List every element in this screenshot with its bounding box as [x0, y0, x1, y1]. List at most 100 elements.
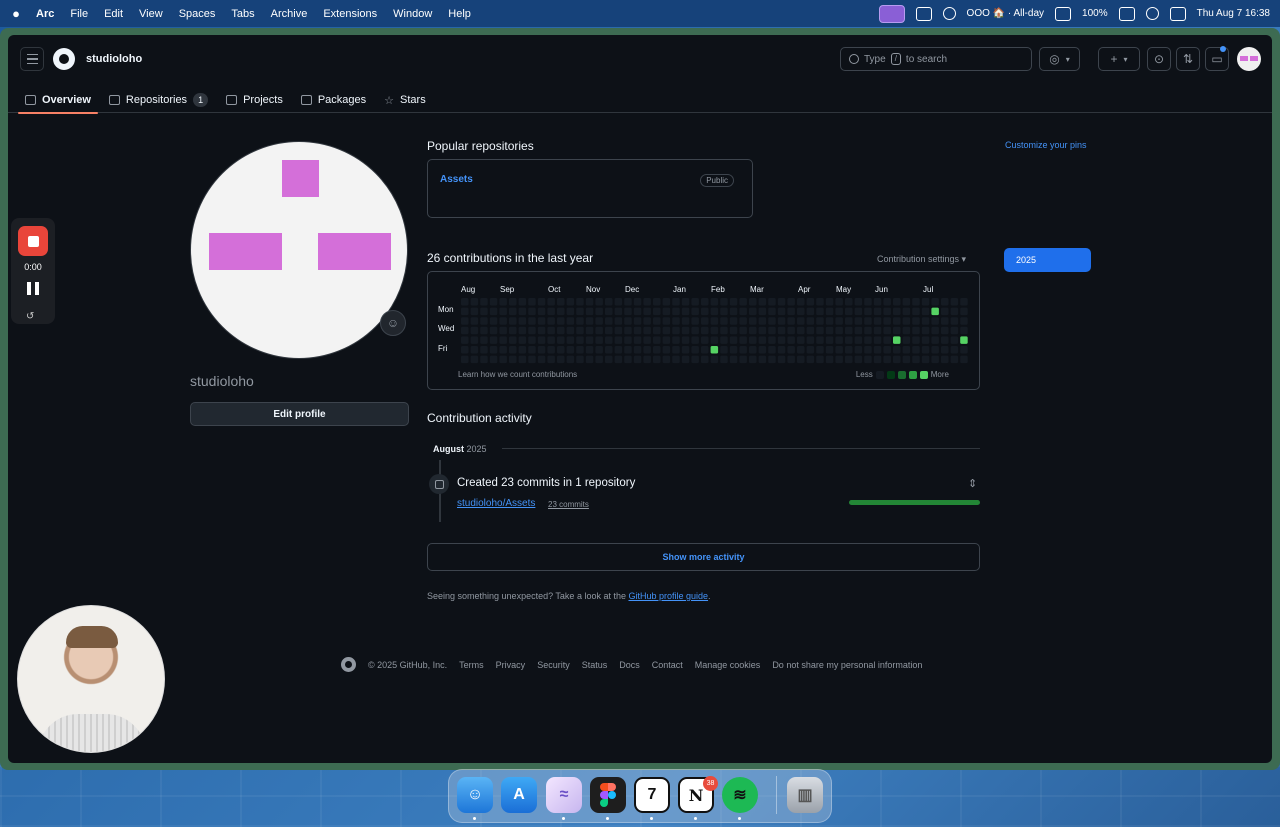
contribution-cell[interactable] [710, 355, 719, 364]
contribution-cell[interactable] [710, 298, 719, 306]
contribution-cell[interactable] [605, 326, 613, 335]
contribution-cell[interactable] [643, 298, 651, 306]
contribution-cell[interactable] [624, 298, 632, 306]
contribution-cell[interactable] [595, 307, 603, 316]
contribution-cell[interactable] [950, 298, 959, 306]
contribution-cell[interactable] [777, 326, 786, 335]
contribution-cell[interactable] [537, 355, 546, 364]
contribution-cell[interactable] [576, 326, 584, 335]
contribution-cell[interactable] [499, 336, 507, 344]
contribution-cell[interactable] [931, 346, 939, 354]
contribution-cell[interactable] [518, 336, 527, 344]
contribution-cell[interactable] [883, 298, 891, 306]
contribution-cell[interactable] [566, 326, 575, 335]
pull-requests-button[interactable]: ⇅ [1176, 47, 1200, 71]
contribution-cell[interactable] [941, 298, 949, 306]
contribution-cell[interactable] [777, 336, 786, 344]
contribution-cell[interactable] [547, 298, 555, 306]
contribution-cell[interactable] [681, 326, 690, 335]
contribution-cell[interactable] [797, 355, 805, 364]
contribution-cell[interactable] [873, 336, 882, 344]
contribution-cell[interactable] [729, 298, 738, 306]
contribution-cell[interactable] [873, 307, 882, 316]
copilot-button[interactable]: ◎ ▾ [1039, 47, 1080, 71]
contribution-cell[interactable] [595, 336, 603, 344]
contribution-cell[interactable] [835, 307, 843, 316]
contribution-cell[interactable] [576, 355, 584, 364]
contribution-cell[interactable] [566, 336, 575, 344]
contribution-cell[interactable] [835, 336, 843, 344]
contribution-cell[interactable] [691, 298, 699, 306]
contribution-cell[interactable] [854, 355, 863, 364]
contribution-cell[interactable] [845, 346, 853, 354]
contribution-cell[interactable] [739, 307, 747, 316]
contribution-cell[interactable] [662, 355, 671, 364]
contribution-cell[interactable] [758, 346, 767, 354]
contribution-cell[interactable] [902, 336, 911, 344]
contribution-cell[interactable] [931, 298, 939, 306]
contribution-cell[interactable] [480, 326, 488, 335]
contribution-cell[interactable] [921, 336, 930, 344]
contribution-cell[interactable] [893, 298, 901, 306]
contribution-cell[interactable] [729, 326, 738, 335]
contribution-cell[interactable] [585, 317, 594, 325]
contribution-cell[interactable] [825, 346, 834, 354]
contribution-cell[interactable] [624, 336, 632, 344]
contribution-cell[interactable] [720, 336, 728, 344]
contribution-cell[interactable] [845, 298, 853, 306]
hamburger-menu-icon[interactable] [20, 47, 44, 71]
contribution-cell[interactable] [749, 336, 757, 344]
contribution-cell[interactable] [585, 307, 594, 316]
contribution-cell[interactable] [960, 317, 968, 325]
menu-extra-2-icon[interactable] [942, 7, 956, 20]
contribution-cell[interactable] [576, 336, 584, 344]
contribution-cell[interactable] [614, 298, 623, 306]
webcam-bubble[interactable] [17, 605, 165, 753]
contribution-cell[interactable] [941, 326, 949, 335]
contribution-cell[interactable] [643, 307, 651, 316]
contribution-cell[interactable] [931, 317, 939, 325]
contribution-cell[interactable] [931, 355, 939, 364]
contribution-cell[interactable] [912, 326, 920, 335]
contribution-cell[interactable] [864, 355, 872, 364]
contribution-cell[interactable] [806, 307, 815, 316]
contribution-cell[interactable] [470, 326, 479, 335]
stop-recording-button[interactable] [18, 226, 48, 256]
contribution-cell[interactable] [950, 307, 959, 316]
contribution-cell[interactable] [528, 336, 536, 344]
contribution-cell[interactable] [912, 336, 920, 344]
fold-icon[interactable]: ⇕ [968, 477, 977, 490]
contribution-cell[interactable] [749, 317, 757, 325]
contribution-cell[interactable] [902, 326, 911, 335]
contribution-cell[interactable] [624, 326, 632, 335]
contribution-cell[interactable] [893, 346, 901, 354]
contribution-cell[interactable] [912, 317, 920, 325]
contribution-cell[interactable] [576, 346, 584, 354]
contribution-cell[interactable] [681, 336, 690, 344]
contribution-cell[interactable] [653, 307, 661, 316]
contribution-cell[interactable] [566, 298, 575, 306]
contribution-cell[interactable] [873, 317, 882, 325]
contribution-cell[interactable] [902, 346, 911, 354]
contribution-cell[interactable] [595, 298, 603, 306]
contribution-cell[interactable] [528, 346, 536, 354]
contribution-cell[interactable] [825, 317, 834, 325]
contribution-cell[interactable] [614, 346, 623, 354]
contribution-cell[interactable] [835, 317, 843, 325]
contribution-cell[interactable] [720, 355, 728, 364]
contribution-cell[interactable] [835, 355, 843, 364]
contribution-cell[interactable] [921, 326, 930, 335]
contribution-cell[interactable] [787, 326, 795, 335]
control-center-icon[interactable] [1169, 6, 1186, 21]
contribution-cell[interactable] [614, 336, 623, 344]
contribution-cell[interactable] [633, 336, 642, 344]
apple-icon[interactable]: ● [10, 6, 22, 21]
contribution-cell[interactable] [960, 298, 968, 306]
contribution-cell[interactable] [806, 336, 815, 344]
contribution-cell[interactable] [605, 298, 613, 306]
contribution-cell[interactable] [912, 298, 920, 306]
contribution-cell[interactable] [710, 317, 719, 325]
contribution-cell[interactable] [701, 307, 709, 316]
contribution-cell[interactable] [643, 346, 651, 354]
contribution-cell[interactable] [893, 307, 901, 316]
